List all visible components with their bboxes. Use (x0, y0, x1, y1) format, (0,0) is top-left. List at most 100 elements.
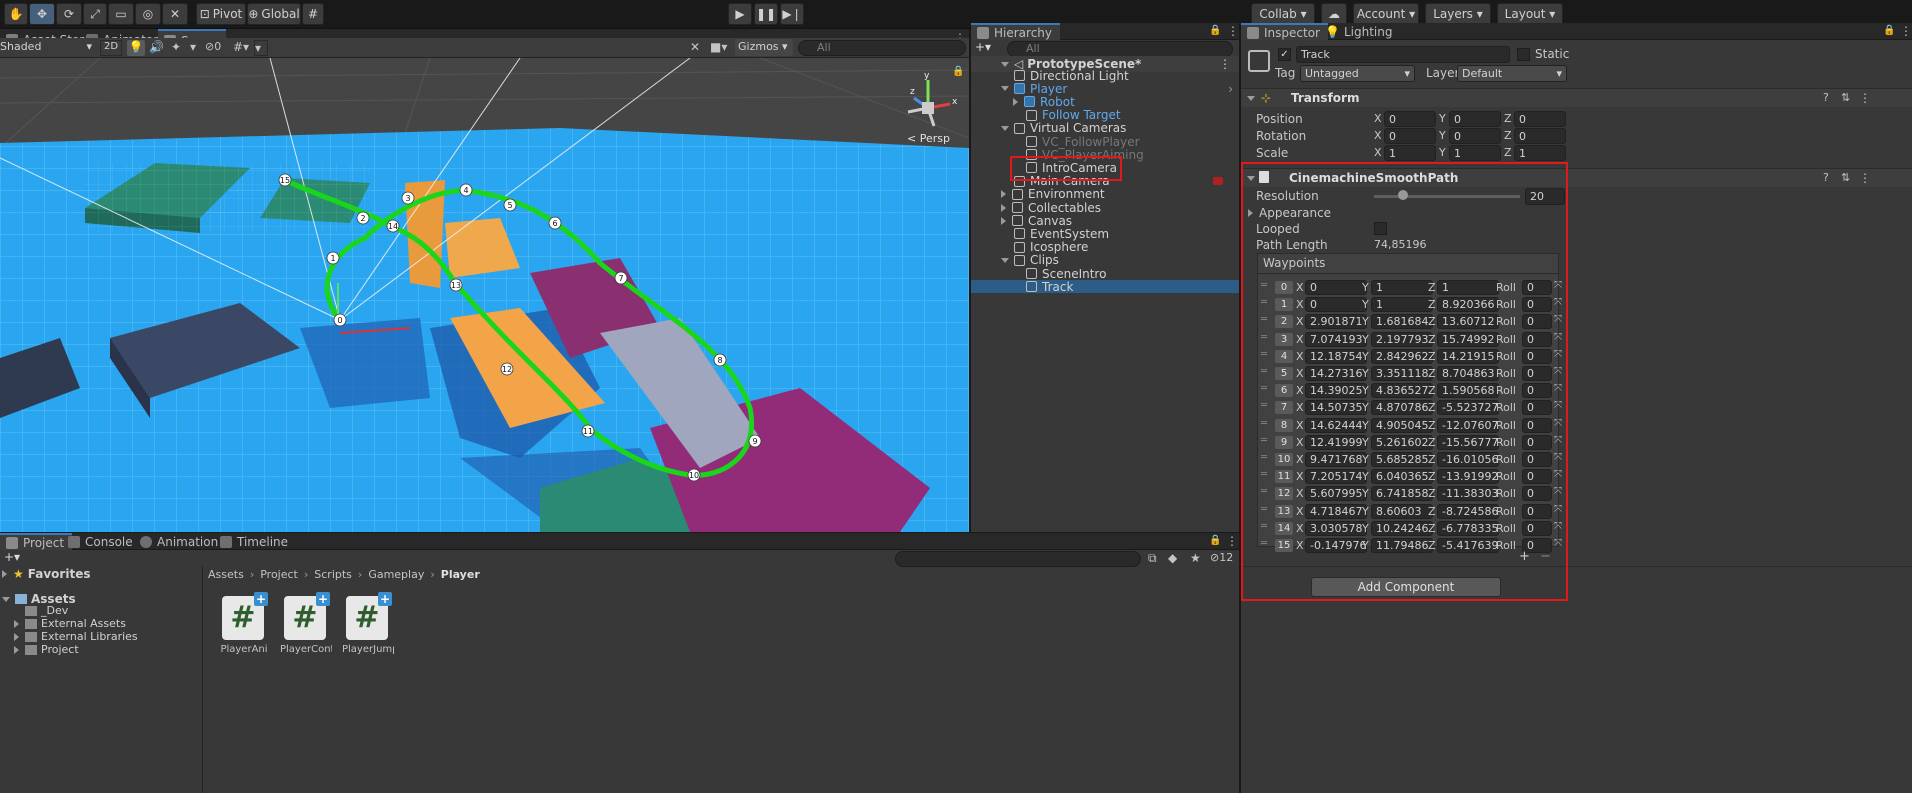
waypoint-marker[interactable]: 8 (713, 353, 727, 367)
layers-dropdown[interactable]: Layers ▾ (1425, 3, 1491, 25)
waypoint-marker[interactable]: 10 (687, 468, 701, 482)
expand-icon[interactable] (1001, 190, 1006, 199)
hierarchy-menu-icon[interactable]: ⋮ (1227, 24, 1239, 38)
lock-icon[interactable]: 🔒 (1209, 25, 1221, 36)
inspector-menu-icon[interactable]: ⋮ (1900, 24, 1912, 38)
hierarchy-item[interactable]: SceneIntro (971, 267, 1239, 281)
lighting-toggle-icon[interactable]: 💡 (127, 40, 145, 56)
waypoint-marker[interactable]: 15 (278, 173, 292, 187)
help-icon[interactable]: ? (1823, 91, 1829, 104)
expand-icon[interactable] (1001, 216, 1006, 225)
tab-lighting[interactable]: 💡 Lighting (1319, 23, 1400, 40)
shading-mode-dropdown[interactable]: Shaded ▾ (0, 40, 94, 56)
custom-tool-icon[interactable]: ✕ (162, 3, 188, 25)
waypoint-marker[interactable]: 14 (386, 219, 400, 233)
waypoint-marker[interactable]: 2 (356, 211, 370, 225)
camera-icon[interactable]: ■▾ (710, 40, 727, 54)
effects-toggle-icon[interactable]: ✦ (171, 40, 181, 54)
tab-hierarchy[interactable]: Hierarchy (971, 23, 1061, 40)
waypoint-marker[interactable]: 1 (326, 251, 340, 265)
transform-scale-y-field[interactable]: 1 (1449, 145, 1501, 161)
filter-label-icon[interactable]: ◆ (1168, 551, 1177, 565)
preset-icon[interactable]: ⇅ (1841, 171, 1850, 184)
component-menu-icon[interactable]: ⋮ (1859, 171, 1871, 185)
hierarchy-item[interactable]: Robot (971, 95, 1239, 109)
expand-icon[interactable] (1001, 257, 1009, 263)
pivot-toggle[interactable]: ⊡ Pivot (196, 3, 246, 25)
breadcrumb-item[interactable]: Assets (208, 568, 244, 581)
favorites-row[interactable]: ★ Favorites (0, 566, 202, 582)
move-tool-icon[interactable]: ✥ (29, 3, 55, 25)
grid-toggle-icon[interactable]: #▾ (233, 40, 249, 54)
project-folder-row[interactable]: External Libraries (0, 630, 202, 643)
breadcrumb-item[interactable]: Project (260, 568, 298, 581)
transform-position-y-field[interactable]: 0 (1449, 111, 1501, 127)
project-menu-icon[interactable]: ⋮ (1226, 534, 1238, 548)
preset-icon[interactable]: ⇅ (1841, 91, 1850, 104)
waypoint-marker[interactable]: 7 (614, 271, 628, 285)
waypoint-marker[interactable]: 3 (401, 191, 415, 205)
favorite-star-icon[interactable]: ★ (1190, 551, 1201, 565)
hierarchy-item[interactable]: Canvas (971, 214, 1239, 228)
collab-dropdown[interactable]: Collab ▾ (1251, 3, 1315, 25)
hierarchy-item[interactable]: Environment (971, 187, 1239, 201)
orientation-gizmo[interactable]: y x z (900, 70, 960, 140)
global-toggle[interactable]: ⊕ Global (247, 3, 301, 25)
scene-search-input[interactable]: All (798, 40, 966, 56)
help-icon[interactable]: ? (1823, 171, 1829, 184)
hierarchy-item[interactable]: Clips (971, 253, 1239, 267)
transform-header[interactable]: ⊹ Transform ? ⇅ ⋮ (1241, 88, 1912, 107)
waypoint-marker[interactable]: 12 (500, 362, 514, 376)
audio-toggle-icon[interactable]: 🔊 (149, 40, 164, 54)
script-asset[interactable]: # + (222, 592, 268, 640)
scale-tool-icon[interactable]: ⤢ (83, 3, 107, 25)
lock-icon[interactable]: 🔒 (1883, 25, 1895, 36)
transform-position-x-field[interactable]: 0 (1384, 111, 1436, 127)
lock-icon[interactable]: 🔒 (952, 66, 964, 77)
tools-icon[interactable]: ✕ (690, 40, 700, 54)
scene-viewport[interactable]: 0 1 2 3 4 5 6 7 8 9 10 11 12 13 14 15 y x z < Persp 🔒 (0, 58, 969, 532)
tab-inspector[interactable]: Inspector (1241, 23, 1328, 40)
expand-icon[interactable] (14, 619, 19, 628)
grid-snap-icon[interactable]: # (302, 3, 324, 25)
tab-animation[interactable]: Animation (134, 533, 226, 550)
project-folder-row[interactable]: _Dev (0, 604, 202, 617)
hierarchy-item[interactable]: Icosphere (971, 240, 1239, 254)
waypoint-marker[interactable]: 6 (548, 216, 562, 230)
hierarchy-item[interactable]: EventSystem (971, 227, 1239, 241)
create-asset-button[interactable]: +▾ (4, 550, 20, 564)
account-dropdown[interactable]: Account ▾ (1353, 3, 1419, 25)
hierarchy-item[interactable]: Track (971, 280, 1239, 294)
tab-timeline[interactable]: Timeline (214, 533, 296, 550)
scene-render[interactable]: 0123456789101112131415 (0, 58, 969, 532)
layout-dropdown[interactable]: Layout ▾ (1497, 3, 1563, 25)
breadcrumb-item[interactable]: Scripts (314, 568, 352, 581)
project-folder-row[interactable]: Project (0, 643, 202, 656)
layer-dropdown[interactable]: Default ▾ (1457, 65, 1567, 82)
transform-rotation-y-field[interactable]: 0 (1449, 128, 1501, 144)
script-asset[interactable]: # + (346, 592, 392, 640)
expand-icon[interactable] (1001, 125, 1009, 131)
transform-tool-icon[interactable]: ◎ (135, 3, 161, 25)
mode-2d-toggle[interactable]: 2D (100, 40, 122, 56)
waypoint-marker[interactable]: 9 (748, 434, 762, 448)
expand-icon[interactable] (1001, 203, 1006, 212)
static-checkbox[interactable] (1517, 48, 1530, 61)
script-asset[interactable]: # + (284, 592, 330, 640)
gizmos-dropdown[interactable]: Gizmos ▾ (735, 39, 793, 56)
breadcrumb-item[interactable]: Gameplay (368, 568, 424, 581)
waypoint-marker[interactable]: 4 (459, 183, 473, 197)
breadcrumb-item[interactable]: Player (441, 568, 480, 581)
transform-position-z-field[interactable]: 0 (1514, 111, 1566, 127)
transform-rotation-z-field[interactable]: 0 (1514, 128, 1566, 144)
hidden-objects-toggle[interactable]: ⊘0 (205, 40, 221, 53)
expand-icon[interactable] (1001, 86, 1009, 92)
lock-icon[interactable]: 🔒 (1209, 535, 1221, 546)
waypoint-marker[interactable]: 13 (449, 278, 463, 292)
waypoint-marker[interactable]: 11 (581, 424, 595, 438)
hand-tool-icon[interactable]: ✋ (4, 3, 28, 25)
transform-scale-x-field[interactable]: 1 (1384, 145, 1436, 161)
chevron-right-icon[interactable]: › (1228, 82, 1233, 96)
project-search-input[interactable] (895, 551, 1141, 567)
expand-icon[interactable] (1013, 97, 1018, 106)
